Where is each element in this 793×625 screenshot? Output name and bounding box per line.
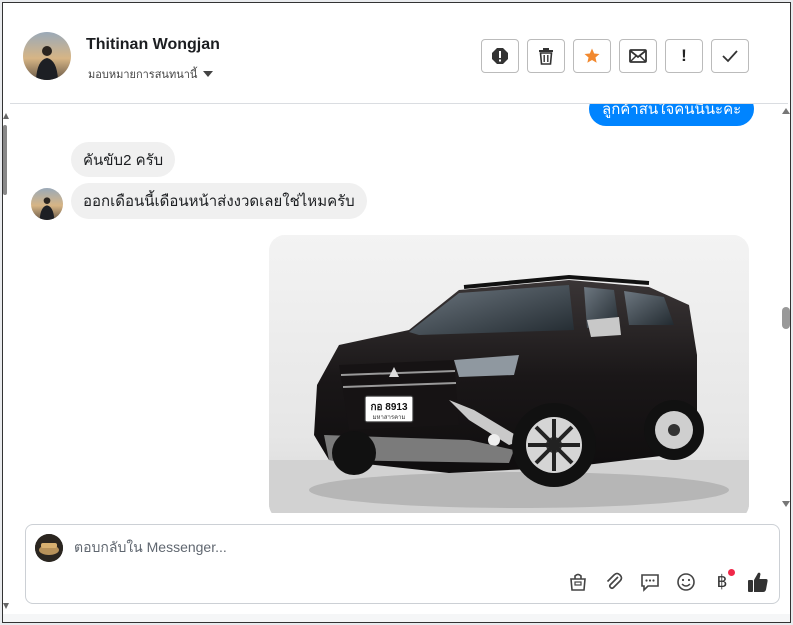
emoji-icon xyxy=(677,573,695,591)
outgoing-message[interactable]: ลูกค้าสนใจคนนี้นะคะ xyxy=(589,104,755,126)
header-actions: ! xyxy=(481,39,749,73)
thread-scroll-thumb[interactable] xyxy=(782,307,790,329)
chat-icon xyxy=(641,574,659,592)
baht-icon: ฿ xyxy=(716,572,728,591)
spam-button[interactable]: ! xyxy=(665,39,703,73)
plate-text: กอ 8913 xyxy=(370,402,408,413)
trash-icon xyxy=(539,48,553,65)
page-avatar xyxy=(35,534,63,562)
conversation-header: Thitinan Wongjan มอบหมายการสนทนานี้ ! xyxy=(10,7,788,104)
thread-scroll-up-arrow[interactable] xyxy=(782,108,790,114)
payment-button[interactable]: ฿ xyxy=(711,569,735,593)
emoji-button[interactable] xyxy=(675,571,697,593)
exclamation-icon: ! xyxy=(681,46,687,65)
contact-name[interactable]: Thitinan Wongjan xyxy=(86,36,220,54)
reply-composer: ฿ xyxy=(25,524,780,604)
bottom-strip xyxy=(3,614,790,622)
composer-toolbar: ฿ xyxy=(567,569,769,593)
star-icon xyxy=(584,48,600,63)
car-photo-attachment[interactable]: กอ 8913 มหาสารคาม xyxy=(269,235,749,513)
left-scroll-down-arrow[interactable] xyxy=(3,603,9,609)
caret-down-icon xyxy=(203,71,214,77)
plate-province: มหาสารคาม xyxy=(373,414,406,421)
star-button[interactable] xyxy=(573,39,611,73)
mark-unread-button[interactable] xyxy=(619,39,657,73)
sender-avatar[interactable] xyxy=(31,188,63,220)
shop-button[interactable] xyxy=(567,571,589,593)
incoming-message[interactable]: คันขับ2 ครับ xyxy=(71,142,176,177)
attach-button[interactable] xyxy=(603,571,625,593)
check-icon xyxy=(722,50,738,63)
left-scroll-up-arrow[interactable] xyxy=(3,113,9,119)
saved-replies-button[interactable] xyxy=(639,571,661,593)
like-button[interactable] xyxy=(747,571,769,593)
reply-input[interactable] xyxy=(74,539,494,555)
contact-avatar[interactable] xyxy=(23,32,71,80)
notification-dot xyxy=(728,569,735,576)
delete-button[interactable] xyxy=(527,39,565,73)
thread-scroll-down-arrow[interactable] xyxy=(782,501,790,507)
mail-icon xyxy=(629,49,647,63)
messenger-window: Thitinan Wongjan มอบหมายการสนทนานี้ ! ลู… xyxy=(2,2,791,623)
assign-conversation-dropdown[interactable]: มอบหมายการสนทนานี้ xyxy=(88,65,214,83)
incoming-message[interactable]: ออกเดือนนี้เดือนหน้าส่งงวดเลยใช่ไหมครับ xyxy=(71,183,367,219)
report-button[interactable] xyxy=(481,39,519,73)
attach-icon xyxy=(606,572,623,590)
mark-done-button[interactable] xyxy=(711,39,749,73)
report-icon xyxy=(492,48,508,64)
assign-label: มอบหมายการสนทนานี้ xyxy=(88,69,198,81)
shop-icon xyxy=(570,573,586,591)
like-icon xyxy=(748,572,768,592)
message-thread[interactable]: ลูกค้าสนใจคนนี้นะคะ คันขับ2 ครับ ออกเดือ… xyxy=(10,104,780,513)
left-scroll-thumb[interactable] xyxy=(3,125,7,195)
